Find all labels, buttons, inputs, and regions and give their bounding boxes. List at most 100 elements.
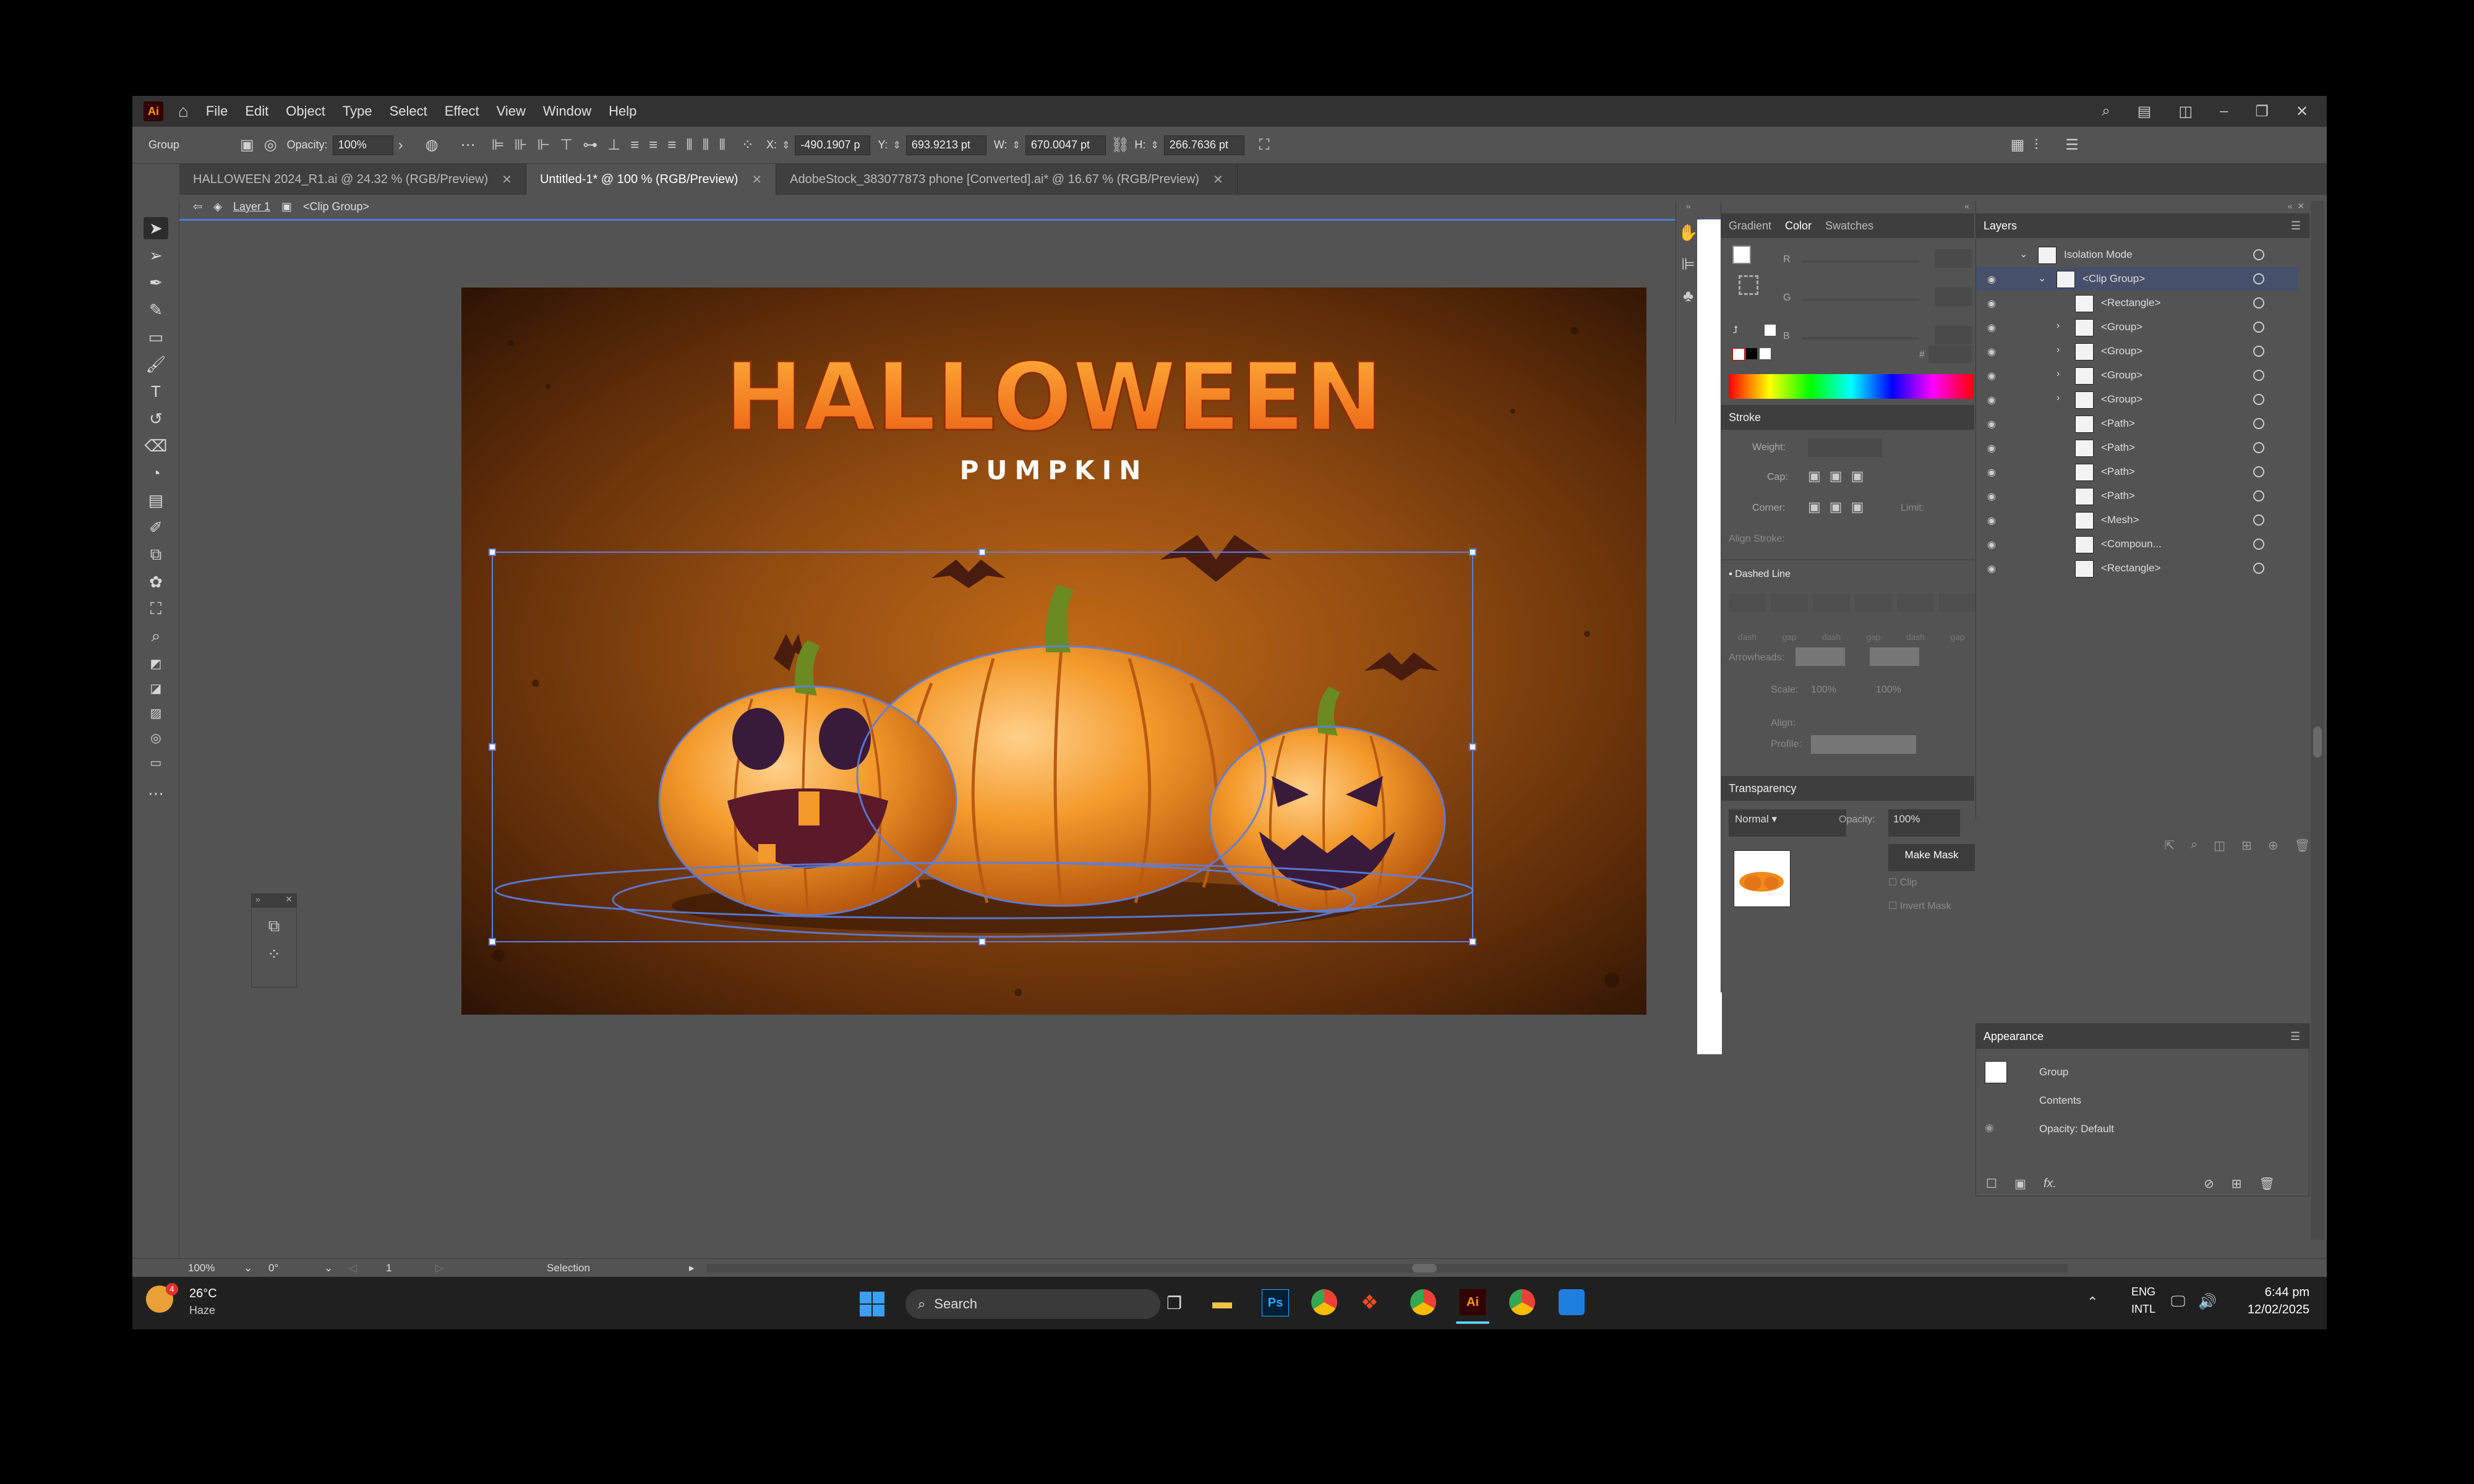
control-menu-icon[interactable]: ☰ — [2065, 136, 2079, 154]
artboard-tool-icon[interactable]: ⛶ — [143, 598, 168, 620]
target-circle-icon[interactable] — [2253, 370, 2264, 381]
constrain-proportions-icon[interactable]: ⛓ — [1111, 136, 1129, 154]
selection-tool-icon[interactable]: ➤ — [143, 217, 168, 239]
close-tab-icon[interactable]: ✕ — [751, 172, 762, 187]
slider-g[interactable] — [1802, 299, 1919, 301]
target-circle-icon[interactable] — [2253, 322, 2264, 333]
chevron-up-icon[interactable]: ⌃ — [2087, 1294, 2098, 1310]
layer-row[interactable]: ◉ <Path> — [1976, 436, 2298, 459]
white-swatch[interactable] — [1765, 325, 1776, 336]
task-view-icon[interactable]: ❐ — [1166, 1293, 1182, 1313]
opacity-field[interactable]: 100% — [332, 135, 393, 155]
breadcrumb-group[interactable]: <Clip Group> — [303, 200, 369, 213]
profile-select[interactable] — [1811, 735, 1916, 754]
swap-colors-icon[interactable]: ⮥ — [1732, 325, 1738, 336]
paintbrush-tool-icon[interactable]: 🖌 — [143, 353, 168, 375]
fill-stroke-icon[interactable]: ◩ — [143, 652, 168, 675]
taskbar-search[interactable]: ⌕ Search — [905, 1289, 1160, 1319]
clock-date[interactable]: 12/02/2025 — [2235, 1303, 2309, 1317]
make-mask-button[interactable]: Make Mask — [1888, 844, 1975, 871]
visibility-eye-icon[interactable]: ◉ — [1987, 297, 1996, 310]
transparency-opacity-field[interactable]: 100% — [1888, 809, 1960, 837]
close-tab-icon[interactable]: ✕ — [1213, 172, 1223, 187]
clip-checkbox[interactable]: ☐ Clip — [1888, 876, 1917, 889]
fill-swatch-icon[interactable] — [1732, 245, 1751, 264]
distribute-hcenter-icon[interactable]: ⦀ — [703, 137, 709, 154]
blend-tool-icon[interactable]: ⧉ — [143, 544, 168, 566]
horizontal-scrollbar[interactable] — [706, 1263, 2068, 1273]
menu-help[interactable]: Help — [609, 103, 636, 119]
visibility-eye-icon[interactable]: ◉ — [1987, 466, 1996, 479]
layer-row[interactable]: ◉ › <Group> — [1976, 364, 2298, 387]
libraries-icon[interactable]: ⧉ — [252, 916, 296, 936]
default-colors-icon[interactable]: ◪ — [143, 677, 168, 699]
gradient-tool-icon[interactable]: ▤ — [143, 489, 168, 511]
target-circle-icon[interactable] — [2253, 418, 2264, 429]
pen-tool-icon[interactable]: ✒ — [143, 271, 168, 294]
slider-b[interactable] — [1802, 337, 1919, 339]
white-swatch-2[interactable] — [1760, 348, 1771, 359]
slider-r[interactable] — [1802, 260, 1919, 263]
illustrator-taskbar-icon[interactable]: Ai — [1460, 1289, 1486, 1315]
close-icon[interactable]: ✕ — [2297, 201, 2305, 211]
distribute-left-icon[interactable]: ⦀ — [686, 137, 693, 154]
transform-icon[interactable]: ⛶ — [1259, 137, 1270, 154]
target-circle-icon[interactable] — [2253, 273, 2264, 284]
layer-row[interactable]: ◉ › <Group> — [1976, 315, 2298, 339]
search-icon[interactable]: ⌕ — [2102, 103, 2110, 120]
collapse-icon[interactable]: « — [2288, 201, 2293, 211]
align-to-icon[interactable]: ⋯ — [461, 136, 476, 154]
target-circle-icon[interactable] — [2253, 514, 2264, 526]
distribute-right-icon[interactable]: ⦀ — [719, 137, 726, 154]
restore-button[interactable]: ❐ — [2255, 103, 2269, 121]
h-field[interactable]: 266.7636 pt — [1163, 135, 1244, 155]
chrome-profile-icon[interactable] — [1410, 1289, 1436, 1315]
layer-row[interactable]: ◉ <Rectangle> — [1976, 556, 2298, 580]
make-clipping-mask-icon[interactable]: ◫ — [2214, 838, 2225, 863]
delete-icon[interactable]: 🗑 — [2295, 838, 2310, 863]
visibility-eye-icon[interactable]: ◉ — [1987, 273, 1996, 286]
close-window-button[interactable]: ✕ — [2296, 103, 2308, 121]
tab-gradient[interactable]: Gradient — [1729, 220, 1771, 232]
layer-row[interactable]: ◉ <Mesh> — [1976, 508, 2298, 532]
home-icon[interactable]: ⌂ — [178, 101, 189, 121]
target-circle-icon[interactable] — [2253, 490, 2264, 501]
menu-effect[interactable]: Effect — [445, 103, 479, 119]
appearance-contents-label[interactable]: Contents — [2039, 1094, 2081, 1107]
x-stepper-icon[interactable]: ⇕ — [782, 139, 790, 151]
corner-icons[interactable]: ▣▣▣ — [1808, 499, 1872, 515]
color-spectrum[interactable] — [1729, 374, 1974, 399]
h-stepper-icon[interactable]: ⇕ — [1150, 139, 1158, 151]
chevron-down-icon[interactable]: ⌄ — [2019, 248, 2027, 260]
layer-row[interactable]: ◉ <Path> — [1976, 412, 2298, 435]
zoom-level[interactable]: 100% — [188, 1262, 244, 1274]
keyboard-layout[interactable]: INTL — [2131, 1303, 2155, 1316]
layer-row[interactable]: ◉ <Path> — [1976, 484, 2298, 508]
photoshop-icon[interactable]: Ps — [1262, 1289, 1289, 1316]
invert-mask-checkbox[interactable]: ☐ Invert Mask — [1888, 900, 1951, 912]
vertical-scrollbar[interactable] — [2311, 201, 2324, 1240]
edit-toolbar-icon[interactable]: ⋯ — [143, 782, 168, 804]
visibility-eye-icon[interactable]: ◉ — [1987, 490, 1996, 503]
hex-field[interactable] — [1928, 346, 1972, 363]
zoom-dropdown-icon[interactable]: ⌄ — [244, 1262, 268, 1274]
rotation-value[interactable]: 0° — [268, 1262, 324, 1274]
chevron-right-icon[interactable]: › — [2057, 320, 2060, 331]
align-right-icon[interactable]: ⊩ — [537, 136, 550, 154]
layer-row[interactable]: ◉ <Rectangle> — [1976, 291, 2298, 315]
gap-field[interactable]: gap — [1771, 594, 1808, 642]
eyedropper-tool-icon[interactable]: ✐ — [143, 516, 168, 539]
blend-mode-select[interactable]: Normal ▾ — [1729, 809, 1846, 837]
black-swatch[interactable] — [1746, 348, 1757, 359]
draw-mode-icon[interactable]: ◎ — [143, 727, 168, 749]
tab-adobestock[interactable]: AdobeStock_383077873 phone [Converted].a… — [776, 164, 1238, 195]
tab-swatches[interactable]: Swatches — [1825, 220, 1873, 232]
align-bottom-icon[interactable]: ⊥ — [607, 136, 620, 154]
menu-file[interactable]: File — [206, 103, 228, 119]
cap-icons[interactable]: ▣▣▣ — [1808, 468, 1872, 484]
artboard[interactable]: HALLOWEEN PUMPKIN — [461, 288, 1646, 1015]
shape-builder-tool-icon[interactable]: ◔ — [143, 462, 168, 484]
w-field[interactable]: 670.0047 pt — [1025, 135, 1106, 155]
weight-field[interactable] — [1808, 438, 1882, 457]
menu-object[interactable]: Object — [286, 103, 325, 119]
